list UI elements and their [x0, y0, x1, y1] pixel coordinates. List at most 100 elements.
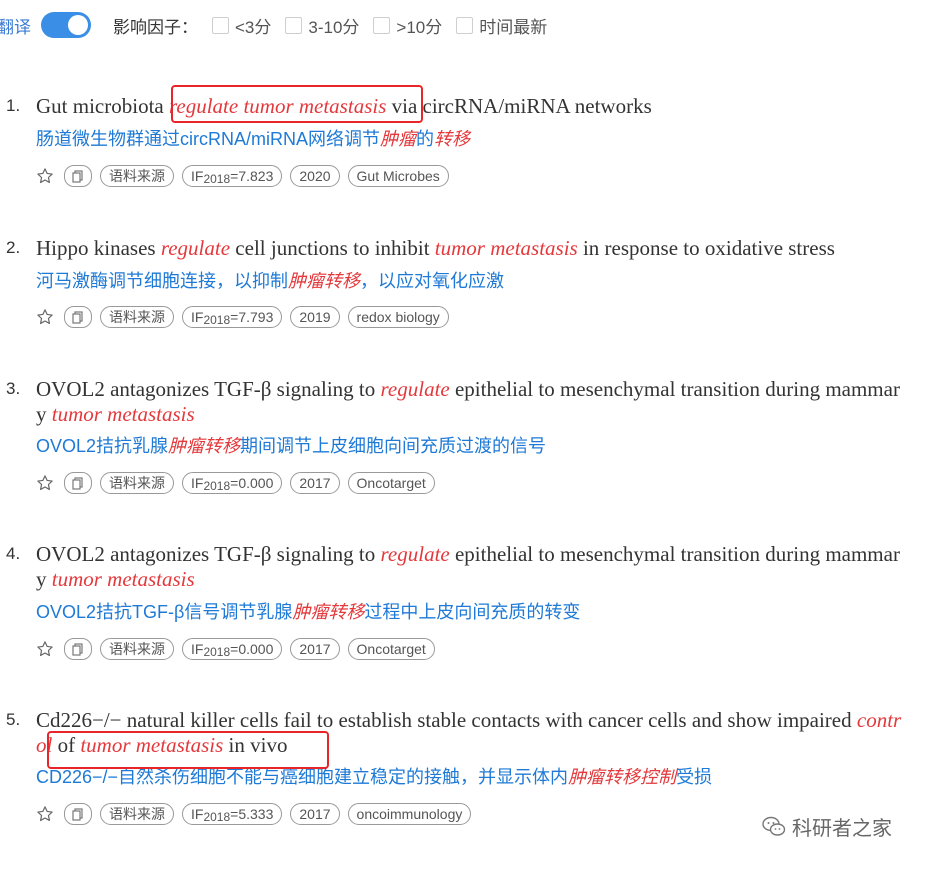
- translation-highlight: 肿瘤转移: [288, 271, 360, 291]
- copy-button[interactable]: [64, 165, 92, 187]
- star-icon[interactable]: [36, 640, 54, 658]
- corpus-source-tag[interactable]: 语料来源: [100, 803, 174, 825]
- filter-lt3[interactable]: <3分: [212, 13, 271, 38]
- copy-button[interactable]: [64, 803, 92, 825]
- result-index: 1.: [6, 96, 21, 115]
- translate-label: 翻译: [0, 17, 31, 37]
- filter-gt10-label: >10分: [396, 17, 443, 37]
- copy-icon: [72, 169, 83, 183]
- if-prefix: IF: [191, 309, 204, 325]
- translate-toggle[interactable]: [41, 12, 91, 38]
- journal-tag[interactable]: redox biology: [347, 306, 449, 328]
- journal-tag[interactable]: Oncotarget: [347, 638, 435, 660]
- year-tag: 2020: [290, 165, 340, 187]
- if-prefix: IF: [191, 168, 204, 184]
- corpus-source-tag[interactable]: 语料来源: [100, 306, 174, 328]
- journal-tag[interactable]: Gut Microbes: [347, 165, 449, 187]
- star-icon[interactable]: [36, 805, 54, 823]
- corpus-source-tag[interactable]: 语料来源: [100, 472, 174, 494]
- copy-icon: [72, 310, 83, 324]
- title-highlight: regulate: [380, 542, 450, 566]
- filter-latest[interactable]: 时间最新: [456, 13, 547, 38]
- year-tag: 2017: [290, 803, 340, 825]
- result-title[interactable]: OVOL2 antagonizes TGF-β signaling to reg…: [36, 542, 904, 592]
- annotation-box: [171, 85, 423, 123]
- checkbox-icon[interactable]: [285, 16, 303, 34]
- if-value: =0.000: [230, 641, 274, 657]
- journal-tag[interactable]: oncoimmunology: [347, 803, 472, 825]
- filter-lt3-label: <3分: [235, 17, 272, 37]
- result-translation: 肠道微生物群通过circRNA/miRNA网络调节肿瘤的转移: [36, 127, 470, 151]
- translation-text: 受损: [676, 767, 713, 787]
- journal-tag[interactable]: Oncotarget: [347, 472, 435, 494]
- if-value: =0.000: [230, 475, 274, 491]
- translation-text: CD226−/−自然杀伤细胞不能与癌细胞建立稳定的接触，并显示体内: [36, 767, 569, 787]
- result-meta: 语料来源 IF2018=7.793 2019 redox biology: [36, 306, 449, 328]
- impact-factor-tag: IF2018=0.000: [182, 472, 283, 494]
- if-year: 2018: [203, 810, 231, 824]
- star-icon[interactable]: [36, 474, 54, 492]
- copy-button[interactable]: [64, 638, 92, 660]
- title-text: OVOL2 antagonizes TGF-β signaling to: [36, 542, 381, 566]
- toggle-knob: [68, 15, 88, 35]
- translation-text: 期间调节上皮细胞向间充质过渡的信号: [240, 436, 547, 456]
- filter-3-10[interactable]: 3-10分: [285, 13, 359, 38]
- result-index: 5.: [6, 710, 21, 729]
- if-year: 2018: [203, 645, 231, 659]
- annotation-box: [47, 731, 329, 769]
- result-translation: OVOL2拮抗TGF-β信号调节乳腺肿瘤转移过程中上皮向间充质的转变: [36, 600, 580, 624]
- watermark-text: 科研者之家: [792, 818, 892, 840]
- impact-factor-tag: IF2018=0.000: [182, 638, 283, 660]
- title-text: in response to oxidative stress: [577, 236, 835, 260]
- if-prefix: IF: [191, 641, 204, 657]
- result-meta: 语料来源 IF2018=0.000 2017 Oncotarget: [36, 472, 435, 494]
- result-index: 2.: [6, 238, 21, 257]
- if-prefix: IF: [191, 806, 204, 822]
- title-text: Cd226−/− natural killer cells fail to es…: [36, 708, 857, 732]
- if-year: 2018: [203, 479, 231, 493]
- title-text: Hippo kinases: [36, 236, 161, 260]
- result-title[interactable]: Hippo kinases regulate cell junctions to…: [36, 236, 904, 261]
- result-meta: 语料来源 IF2018=0.000 2017 Oncotarget: [36, 638, 435, 660]
- title-highlight: regulate: [160, 236, 231, 260]
- copy-button[interactable]: [64, 306, 92, 328]
- result-translation: OVOL2拮抗乳腺肿瘤转移期间调节上皮细胞向间充质过渡的信号: [36, 434, 546, 458]
- translation-highlight: 肿瘤转移: [168, 436, 241, 456]
- copy-icon: [72, 642, 83, 656]
- corpus-source-tag[interactable]: 语料来源: [100, 638, 174, 660]
- result-title[interactable]: OVOL2 antagonizes TGF-β signaling to reg…: [36, 377, 904, 427]
- checkbox-icon[interactable]: [373, 16, 391, 34]
- year-tag: 2019: [290, 306, 340, 328]
- if-value: =7.823: [230, 168, 274, 184]
- translation-text: OVOL2拮抗TGF-β信号调节乳腺: [36, 602, 293, 622]
- filter-gt10[interactable]: >10分: [373, 13, 442, 38]
- checkbox-icon[interactable]: [212, 16, 229, 34]
- translation-highlight: 转移: [434, 129, 470, 149]
- if-prefix: IF: [191, 475, 204, 491]
- result-title[interactable]: Gut microbiota regulate tumor metastasis…: [36, 94, 904, 119]
- if-year: 2018: [203, 172, 231, 186]
- star-icon[interactable]: [36, 308, 54, 326]
- translation-highlight: 肿瘤转移: [292, 602, 365, 622]
- star-icon[interactable]: [36, 167, 54, 185]
- impact-factor-tag: IF2018=5.333: [182, 803, 283, 825]
- watermark: 科研者之家: [762, 812, 892, 841]
- copy-icon: [72, 807, 83, 821]
- title-text: OVOL2 antagonizes TGF-β signaling to: [36, 377, 381, 401]
- impact-factor-tag: IF2018=7.793: [182, 306, 283, 328]
- translation-text: 的: [416, 129, 434, 149]
- year-tag: 2017: [290, 472, 340, 494]
- title-highlight: tumor metastasis: [51, 567, 195, 591]
- copy-button[interactable]: [64, 472, 92, 494]
- filter-toolbar: 翻译 影响因子： <3分 3-10分 >10分 时间最新: [0, 10, 547, 40]
- corpus-source-tag[interactable]: 语料来源: [100, 165, 174, 187]
- title-highlight: regulate: [380, 377, 450, 401]
- translation-text: OVOL2拮抗乳腺: [36, 436, 169, 456]
- checkbox-icon[interactable]: [456, 16, 474, 34]
- if-value: =7.793: [230, 309, 274, 325]
- filter-3-10-label: 3-10分: [308, 17, 360, 37]
- wechat-icon: [762, 816, 786, 836]
- impact-factor-label: 影响因子：: [113, 17, 198, 37]
- result-meta: 语料来源 IF2018=5.333 2017 oncoimmunology: [36, 803, 472, 825]
- result-translation: 河马激酶调节细胞连接，以抑制肿瘤转移，以应对氧化应激: [36, 269, 504, 293]
